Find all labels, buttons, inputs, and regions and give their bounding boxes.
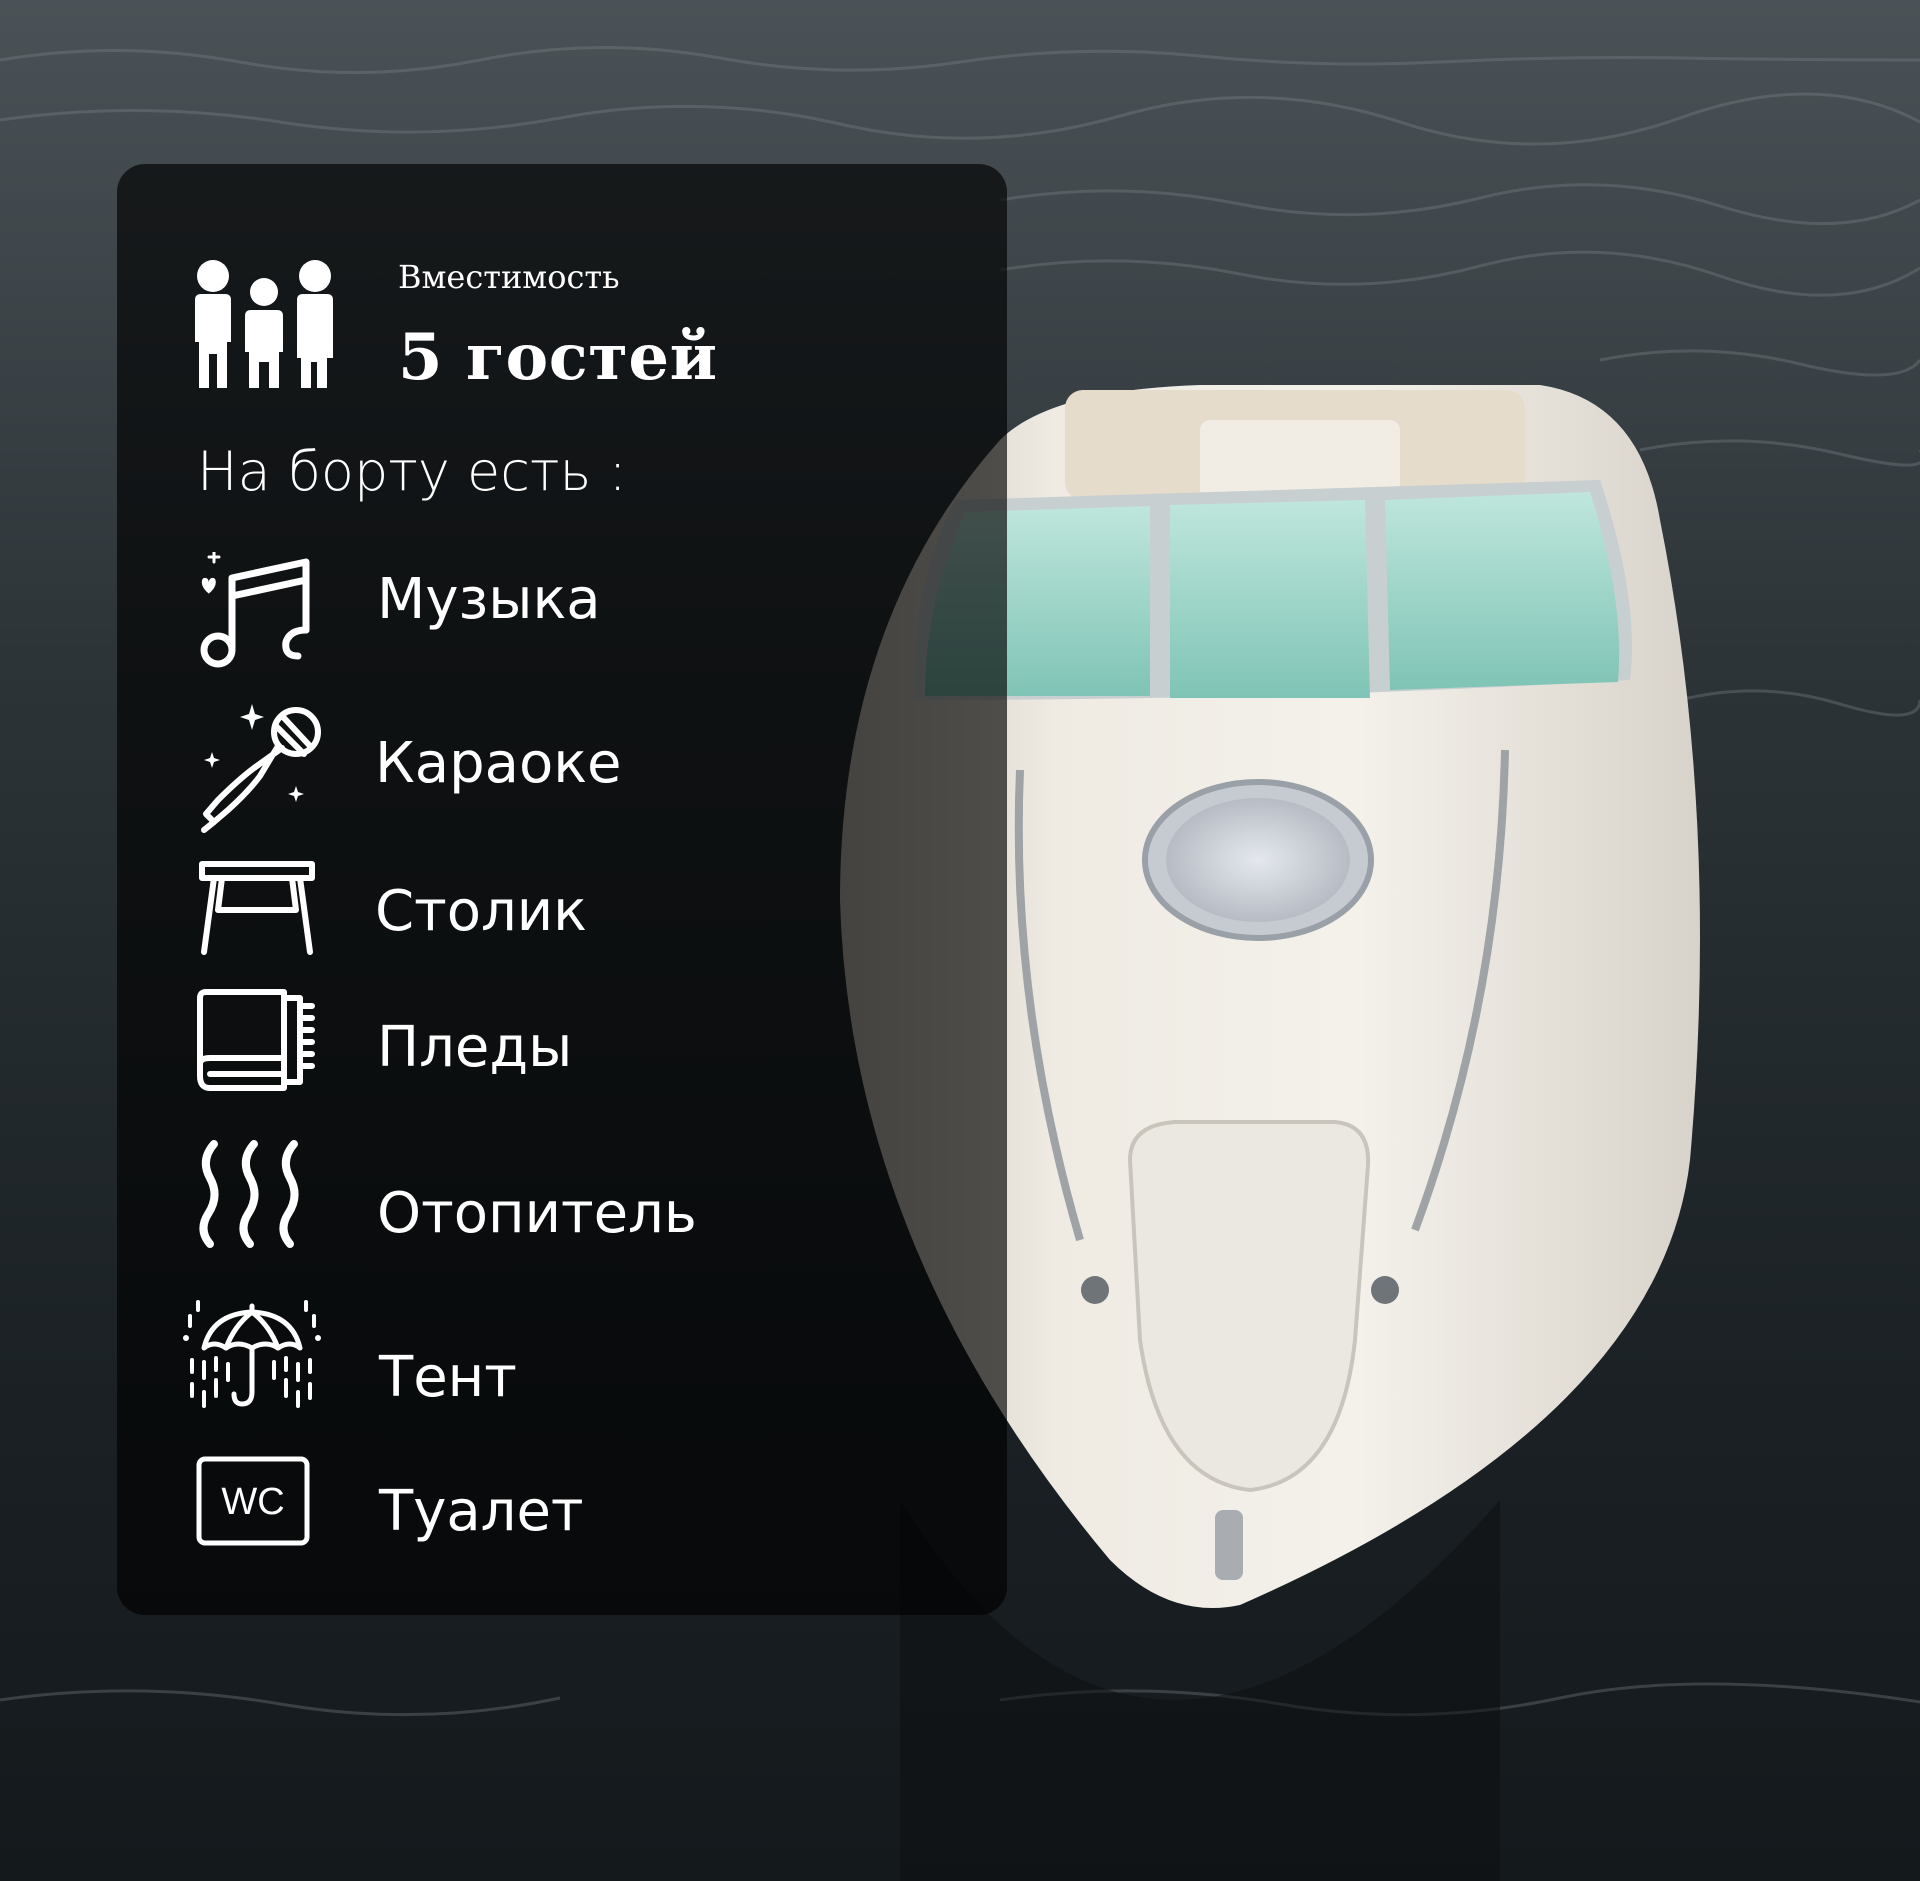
capacity-label: Вместимость bbox=[398, 258, 620, 296]
heater-waves-icon bbox=[199, 1140, 299, 1248]
amenity-label-table: Столик bbox=[375, 879, 587, 944]
microphone-icon bbox=[201, 704, 321, 833]
amenity-label-heater: Отопитель bbox=[377, 1181, 697, 1246]
wc-icon: WC bbox=[196, 1456, 310, 1546]
amenity-label-tent: Тент bbox=[379, 1345, 517, 1410]
amenity-label-music: Музыка bbox=[377, 567, 601, 632]
onboard-heading: На борту есть : bbox=[197, 440, 627, 503]
amenity-label-blankets: Пледы bbox=[377, 1015, 573, 1080]
wc-sign-text: WC bbox=[221, 1481, 284, 1523]
amenity-label-toilet: Туалет bbox=[379, 1479, 584, 1544]
blanket-icon bbox=[197, 989, 315, 1091]
music-notes-icon bbox=[200, 552, 310, 668]
amenity-label-karaoke: Караоке bbox=[375, 731, 622, 796]
umbrella-rain-icon bbox=[183, 1300, 321, 1408]
family-icon bbox=[195, 260, 333, 388]
table-icon bbox=[199, 861, 315, 955]
capacity-value: 5 гостей bbox=[398, 320, 718, 395]
